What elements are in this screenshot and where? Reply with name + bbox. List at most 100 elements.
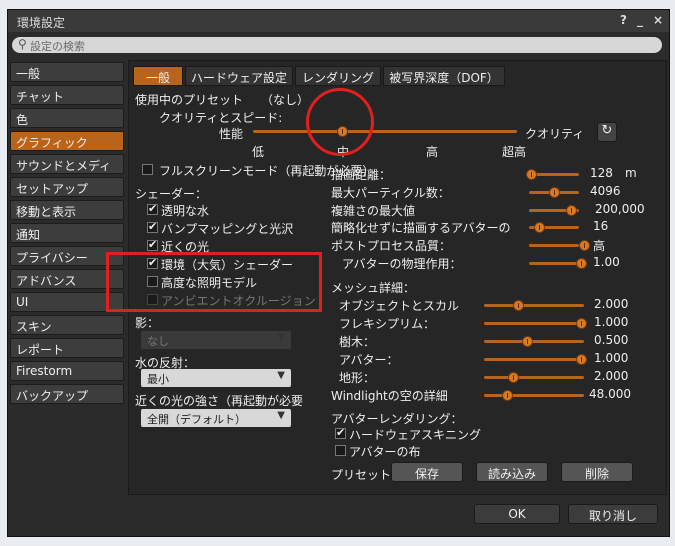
- search-input[interactable]: 設定の検索: [30, 38, 85, 54]
- max-complexity-label: 複雑さの最大値: [331, 204, 416, 218]
- sidebar-item-backup[interactable]: バックアップ: [10, 384, 124, 404]
- flexiprim-track[interactable]: [484, 322, 584, 325]
- trees-knob[interactable]: [522, 336, 533, 347]
- terrain-label: 地形：: [339, 371, 376, 385]
- max-particles-knob[interactable]: [549, 187, 560, 198]
- avatar-physics-track[interactable]: [529, 262, 579, 265]
- shadows-label: 影：: [135, 316, 160, 330]
- max-complexity-value: 200,000: [595, 202, 645, 216]
- trees-track[interactable]: [484, 340, 584, 343]
- flexiprim-value: 1.000: [594, 315, 629, 329]
- save-preset-button[interactable]: 保存: [391, 462, 463, 482]
- window-title: 環境設定: [17, 16, 66, 30]
- post-process-knob[interactable]: [579, 240, 590, 251]
- sidebar-item-firestorm[interactable]: Firestorm: [10, 361, 124, 381]
- delete-preset-button[interactable]: 削除: [561, 462, 633, 482]
- flexiprim-label: フレキシプリム：: [339, 317, 436, 331]
- shadows-dropdown[interactable]: なし ▼: [141, 331, 291, 349]
- search-bar[interactable]: ⚲ 設定の検索: [12, 37, 662, 53]
- avatar-cloth-label: アバターの布: [349, 445, 421, 459]
- hardware-skinning-label: ハードウェアスキニング: [349, 428, 482, 442]
- objects-sculpts-track[interactable]: [484, 304, 584, 307]
- title-bar[interactable]: 環境設定 ? _ ×: [8, 10, 669, 32]
- refresh-icon[interactable]: ↻: [597, 122, 617, 142]
- sidebar-item-general[interactable]: 一般: [10, 62, 124, 82]
- post-process-label: ポストプロセス品質：: [331, 239, 452, 253]
- avatar-mesh-knob[interactable]: [576, 354, 587, 365]
- transparent-water-checkbox[interactable]: [147, 202, 158, 215]
- avatar-mesh-value: 1.000: [594, 351, 629, 365]
- tab-rendering[interactable]: レンダリング: [295, 66, 381, 86]
- presets-label: プリセット: [331, 468, 392, 482]
- sidebar-item-colors[interactable]: 色: [10, 108, 124, 128]
- load-preset-button[interactable]: 読み込み: [476, 462, 548, 482]
- windlight-sky-knob[interactable]: [502, 390, 513, 401]
- sidebar-item-move-view[interactable]: 移動と表示: [10, 200, 124, 220]
- shadows-value: なし: [147, 335, 169, 348]
- trees-value: 0.500: [594, 333, 629, 347]
- preset-label: 使用中のプリセット: [135, 93, 244, 107]
- flexiprim-knob[interactable]: [576, 318, 587, 329]
- cancel-button[interactable]: 取り消し: [568, 504, 658, 524]
- mesh-detail-label: メッシュ詳細：: [331, 281, 416, 295]
- quality-right-label: クオリティ: [525, 127, 585, 141]
- bump-mapping-label: バンプマッピングと光沢: [161, 222, 294, 236]
- tab-depth-of-field[interactable]: 被写界深度（DOF）: [383, 66, 505, 86]
- sidebar-item-graphics[interactable]: グラフィック: [10, 131, 124, 151]
- windlight-sky-label: Windlightの空の詳細: [331, 389, 448, 403]
- water-reflections-value: 最小: [147, 373, 169, 386]
- sidebar-item-chat[interactable]: チャット: [10, 85, 124, 105]
- tab-hardware[interactable]: ハードウェア設定: [185, 66, 293, 86]
- sidebar-item-sound[interactable]: サウンドとメディア: [10, 154, 124, 190]
- search-icon: ⚲: [18, 37, 27, 51]
- local-lights-checkbox[interactable]: [147, 238, 158, 251]
- avatar-mesh-track[interactable]: [484, 358, 584, 361]
- trees-label: 樹木：: [339, 335, 376, 349]
- sidebar-item-setup[interactable]: セットアップ: [10, 177, 124, 197]
- windlight-sky-track[interactable]: [484, 394, 584, 397]
- bump-mapping-checkbox[interactable]: [147, 220, 158, 233]
- quality-slider-track[interactable]: [253, 130, 517, 133]
- terrain-value: 2.000: [594, 369, 629, 383]
- annotation-circle: [306, 88, 374, 156]
- annotation-box: [106, 252, 322, 312]
- avatar-cloth-checkbox[interactable]: [335, 445, 346, 456]
- close-icon[interactable]: ×: [653, 13, 663, 27]
- draw-distance-knob[interactable]: [526, 169, 537, 180]
- quality-tick-ultra: 超高: [502, 145, 527, 159]
- sidebar-item-notifications[interactable]: 通知: [10, 223, 124, 243]
- objects-sculpts-knob[interactable]: [513, 300, 524, 311]
- objects-sculpts-value: 2.000: [594, 297, 629, 311]
- minimize-icon[interactable]: _: [637, 13, 643, 27]
- preset-value: （なし）: [261, 93, 310, 107]
- avatar-physics-knob[interactable]: [576, 258, 587, 269]
- help-icon[interactable]: ?: [620, 13, 627, 27]
- objects-sculpts-label: オブジェクトとスカル: [339, 299, 460, 313]
- non-impostor-value: 16: [593, 219, 609, 233]
- chevron-down-icon: ▼: [277, 410, 285, 421]
- draw-distance-unit: m: [625, 166, 637, 180]
- transparent-water-label: 透明な水: [161, 204, 210, 218]
- quality-label: クオリティとスピード:: [159, 111, 283, 125]
- terrain-track[interactable]: [484, 376, 584, 379]
- max-complexity-knob[interactable]: [566, 205, 577, 216]
- post-process-track[interactable]: [529, 244, 579, 247]
- max-particles-value: 4096: [590, 184, 621, 198]
- hardware-skinning-checkbox[interactable]: [335, 426, 346, 439]
- chevron-down-icon: ▼: [277, 332, 285, 343]
- fullscreen-checkbox[interactable]: [142, 164, 153, 175]
- avatar-mesh-label: アバター：: [339, 353, 399, 367]
- tab-general[interactable]: 一般: [133, 66, 183, 86]
- quality-tick-high: 高: [426, 145, 439, 159]
- avatar-physics-label: アバターの物理作用：: [342, 257, 462, 271]
- terrain-knob[interactable]: [508, 372, 519, 383]
- nearby-lights-dropdown[interactable]: 全開（デフォルト） ▼: [141, 409, 291, 427]
- avatar-rendering-label: アバターレンダリング：: [331, 412, 463, 426]
- water-reflections-dropdown[interactable]: 最小 ▼: [141, 369, 291, 387]
- ok-button[interactable]: OK: [474, 504, 560, 524]
- sidebar-item-reports[interactable]: レポート: [10, 338, 124, 358]
- sidebar-item-skins[interactable]: スキン: [10, 315, 124, 335]
- max-particles-label: 最大パーティクル数：: [331, 186, 450, 200]
- chevron-down-icon: ▼: [277, 370, 285, 381]
- non-impostor-knob[interactable]: [534, 222, 545, 233]
